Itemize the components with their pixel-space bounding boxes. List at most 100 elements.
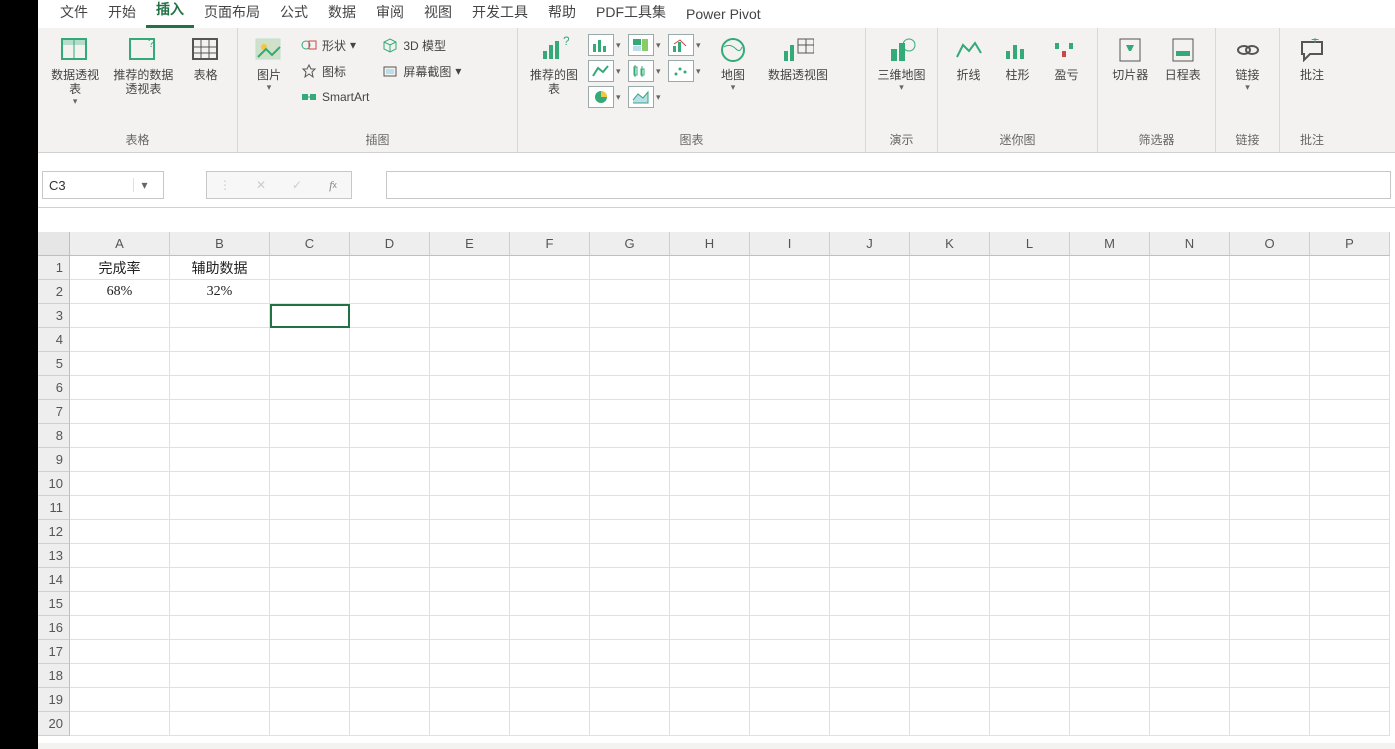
column-header-H[interactable]: H (670, 232, 750, 256)
menu-item-11[interactable]: Power Pivot (676, 2, 771, 28)
cell-C14[interactable] (270, 568, 350, 592)
cell-J18[interactable] (830, 664, 910, 688)
cell-F10[interactable] (510, 472, 590, 496)
cell-P4[interactable] (1310, 328, 1390, 352)
cell-B3[interactable] (170, 304, 270, 328)
cell-I6[interactable] (750, 376, 830, 400)
cell-F4[interactable] (510, 328, 590, 352)
cell-P14[interactable] (1310, 568, 1390, 592)
cell-G5[interactable] (590, 352, 670, 376)
line-chart-button[interactable] (588, 60, 614, 82)
cell-P18[interactable] (1310, 664, 1390, 688)
cell-M5[interactable] (1070, 352, 1150, 376)
cell-F1[interactable] (510, 256, 590, 280)
cell-O15[interactable] (1230, 592, 1310, 616)
cell-J12[interactable] (830, 520, 910, 544)
column-header-L[interactable]: L (990, 232, 1070, 256)
cell-M4[interactable] (1070, 328, 1150, 352)
cell-O8[interactable] (1230, 424, 1310, 448)
menu-item-7[interactable]: 视图 (414, 0, 462, 28)
cell-N13[interactable] (1150, 544, 1230, 568)
cell-M11[interactable] (1070, 496, 1150, 520)
cell-D2[interactable] (350, 280, 430, 304)
cell-H13[interactable] (670, 544, 750, 568)
cell-C16[interactable] (270, 616, 350, 640)
cell-J16[interactable] (830, 616, 910, 640)
cell-J4[interactable] (830, 328, 910, 352)
row-header-7[interactable]: 7 (38, 400, 70, 424)
cell-O2[interactable] (1230, 280, 1310, 304)
cell-J19[interactable] (830, 688, 910, 712)
select-all-corner[interactable] (38, 232, 70, 256)
cell-K2[interactable] (910, 280, 990, 304)
cell-C12[interactable] (270, 520, 350, 544)
cell-N9[interactable] (1150, 448, 1230, 472)
fx-icon[interactable]: fx (315, 172, 351, 198)
menu-item-5[interactable]: 数据 (318, 0, 366, 28)
table-button[interactable]: 表格 (182, 32, 229, 82)
row-header-14[interactable]: 14 (38, 568, 70, 592)
cell-B2[interactable]: 32% (170, 280, 270, 304)
column-header-A[interactable]: A (70, 232, 170, 256)
cell-I10[interactable] (750, 472, 830, 496)
sparkline-winloss-button[interactable]: 盈亏 (1044, 32, 1089, 82)
cell-H3[interactable] (670, 304, 750, 328)
cell-G15[interactable] (590, 592, 670, 616)
scatter-chart-button[interactable] (668, 60, 694, 82)
chevron-down-icon[interactable]: ▾ (656, 40, 666, 51)
cell-H10[interactable] (670, 472, 750, 496)
cell-O13[interactable] (1230, 544, 1310, 568)
cell-H16[interactable] (670, 616, 750, 640)
cell-K6[interactable] (910, 376, 990, 400)
cell-K14[interactable] (910, 568, 990, 592)
cell-M18[interactable] (1070, 664, 1150, 688)
cell-C10[interactable] (270, 472, 350, 496)
row-header-6[interactable]: 6 (38, 376, 70, 400)
cell-P8[interactable] (1310, 424, 1390, 448)
cell-O18[interactable] (1230, 664, 1310, 688)
cell-B15[interactable] (170, 592, 270, 616)
cell-E8[interactable] (430, 424, 510, 448)
row-header-9[interactable]: 9 (38, 448, 70, 472)
cell-P6[interactable] (1310, 376, 1390, 400)
cell-C18[interactable] (270, 664, 350, 688)
cell-C2[interactable] (270, 280, 350, 304)
cell-M13[interactable] (1070, 544, 1150, 568)
cell-E2[interactable] (430, 280, 510, 304)
cell-B9[interactable] (170, 448, 270, 472)
cell-O17[interactable] (1230, 640, 1310, 664)
cell-N6[interactable] (1150, 376, 1230, 400)
cell-N15[interactable] (1150, 592, 1230, 616)
cell-G19[interactable] (590, 688, 670, 712)
cell-C8[interactable] (270, 424, 350, 448)
chevron-down-icon[interactable]: ▾ (656, 92, 666, 103)
cell-N4[interactable] (1150, 328, 1230, 352)
cell-O5[interactable] (1230, 352, 1310, 376)
cell-F20[interactable] (510, 712, 590, 736)
cell-I17[interactable] (750, 640, 830, 664)
column-header-O[interactable]: O (1230, 232, 1310, 256)
cell-E9[interactable] (430, 448, 510, 472)
cell-G4[interactable] (590, 328, 670, 352)
cell-A4[interactable] (70, 328, 170, 352)
menu-item-2[interactable]: 插入 (146, 0, 194, 28)
cell-B11[interactable] (170, 496, 270, 520)
cell-K7[interactable] (910, 400, 990, 424)
menu-item-6[interactable]: 审阅 (366, 0, 414, 28)
hierarchy-chart-button[interactable] (628, 34, 654, 56)
cell-D5[interactable] (350, 352, 430, 376)
slicer-button[interactable]: 切片器 (1106, 32, 1155, 82)
cell-A13[interactable] (70, 544, 170, 568)
cell-C7[interactable] (270, 400, 350, 424)
cell-O4[interactable] (1230, 328, 1310, 352)
cell-A19[interactable] (70, 688, 170, 712)
cell-A5[interactable] (70, 352, 170, 376)
cell-P5[interactable] (1310, 352, 1390, 376)
cell-D7[interactable] (350, 400, 430, 424)
cell-L6[interactable] (990, 376, 1070, 400)
cell-M12[interactable] (1070, 520, 1150, 544)
statistic-chart-button[interactable] (628, 60, 654, 82)
column-header-P[interactable]: P (1310, 232, 1390, 256)
cell-L4[interactable] (990, 328, 1070, 352)
cell-P11[interactable] (1310, 496, 1390, 520)
